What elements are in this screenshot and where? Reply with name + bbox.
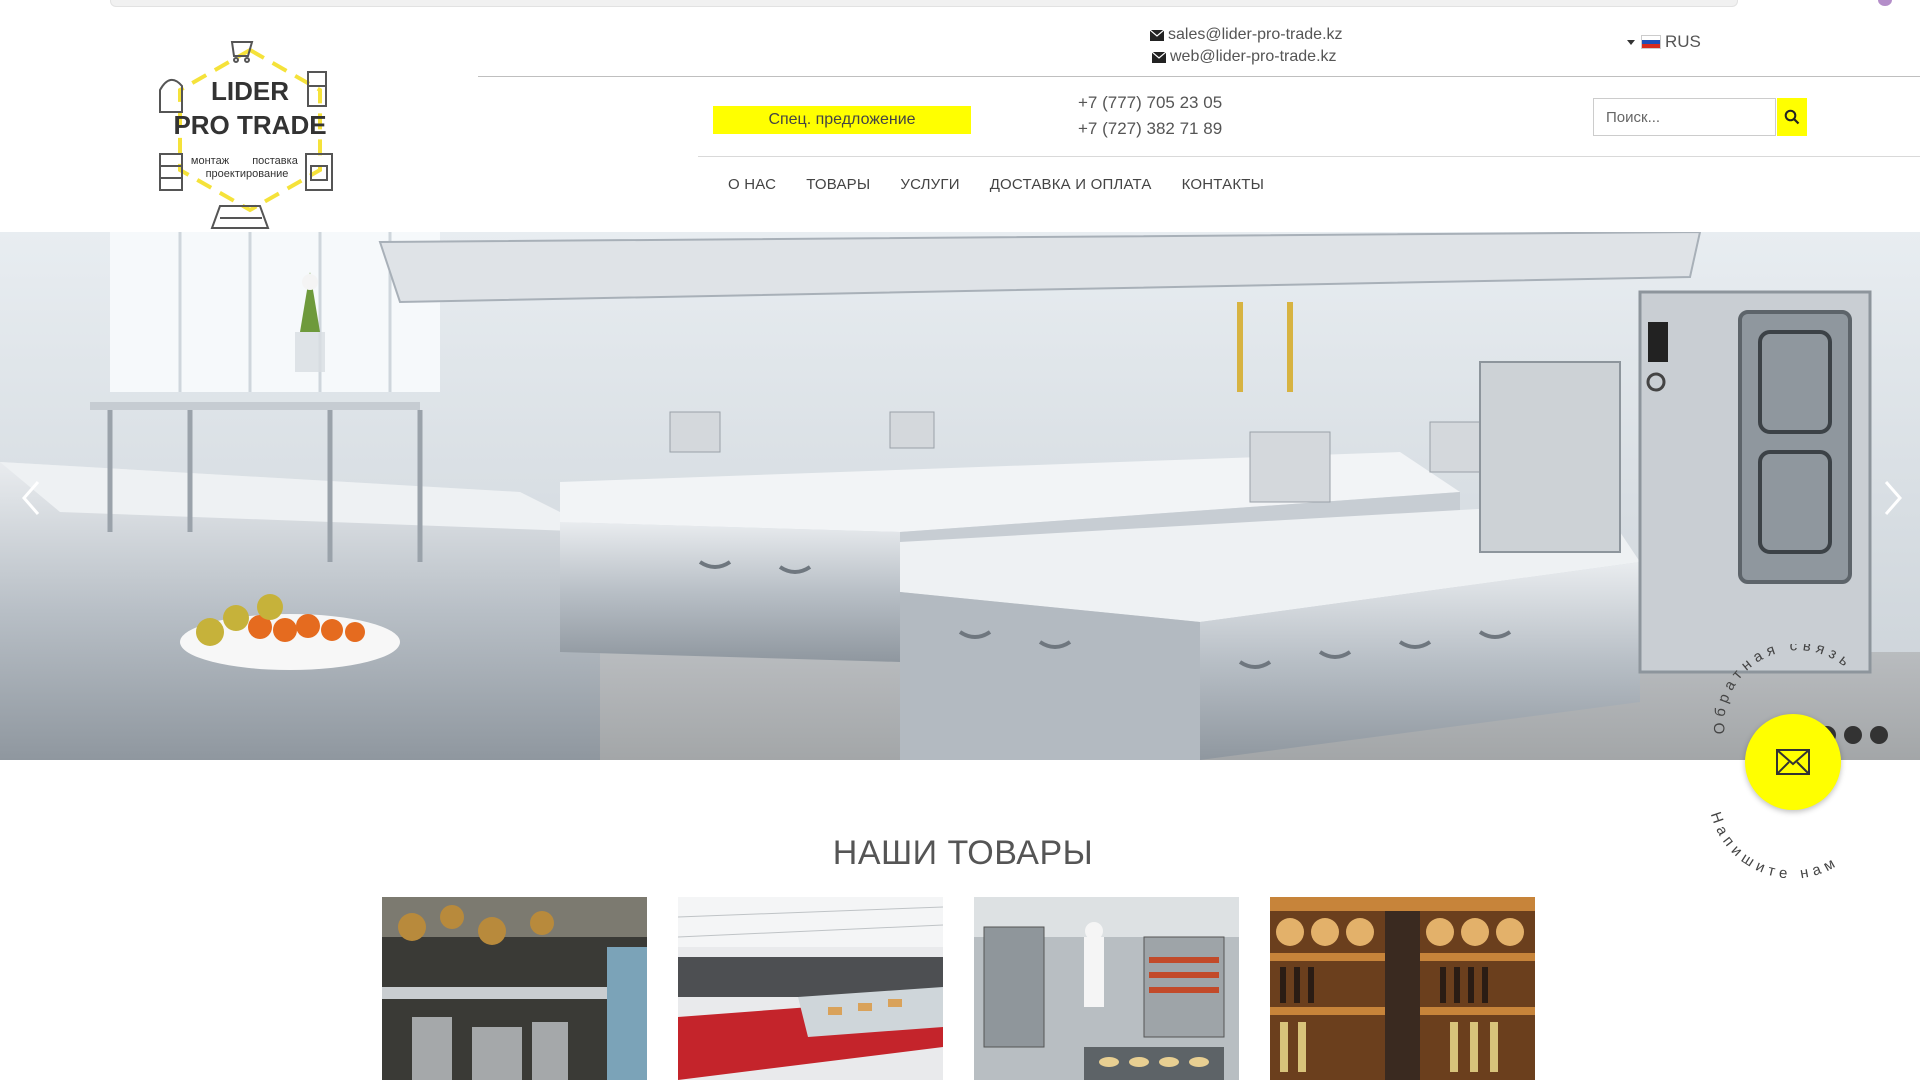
browser-strip	[0, 0, 1920, 10]
contact-emails: sales@lider-pro-trade.kz web@lider-pro-t…	[1150, 24, 1343, 68]
flag-ru-icon	[1641, 35, 1661, 49]
logo-tag-1: монтаж	[191, 155, 230, 167]
product-image-display-counter	[678, 897, 943, 1080]
logo-text-line1: LIDER	[211, 76, 289, 106]
product-image-wine-shop	[1270, 897, 1535, 1080]
main-nav: О НАС ТОВАРЫ УСЛУГИ ДОСТАВКА И ОПЛАТА КО…	[728, 176, 1294, 193]
products-section-title: НАШИ ТОВАРЫ	[832, 834, 1094, 872]
product-image-kitchen	[382, 897, 647, 1080]
product-card-2[interactable]	[678, 897, 943, 1080]
logo-text-line2: PRO TRADE	[173, 110, 326, 140]
email-sales-link[interactable]: sales@lider-pro-trade.kz	[1168, 24, 1343, 46]
logo-tag-2: поставка	[252, 155, 299, 167]
header-divider-top	[478, 76, 1920, 77]
nav-item-products[interactable]: ТОВАРЫ	[806, 176, 870, 193]
contact-phones: +7 (777) 705 23 05 +7 (727) 382 71 89	[1078, 90, 1222, 142]
header-divider-bottom	[698, 156, 1920, 157]
phone-1-link[interactable]: +7 (777) 705 23 05	[1078, 90, 1222, 116]
language-selector[interactable]: RUS	[1627, 32, 1701, 52]
phone-2-link[interactable]: +7 (727) 382 71 89	[1078, 116, 1222, 142]
caret-down-icon	[1627, 39, 1635, 45]
logo-tag-3: проектирование	[206, 168, 289, 180]
feedback-button[interactable]	[1745, 714, 1841, 810]
product-card-4[interactable]	[1270, 897, 1535, 1080]
envelope-icon	[1152, 51, 1166, 63]
special-offer-button[interactable]: Спец. предложение	[713, 106, 971, 134]
product-card-1[interactable]	[382, 897, 647, 1080]
nav-item-contacts[interactable]: КОНТАКТЫ	[1182, 176, 1265, 193]
profile-dot	[1878, 0, 1892, 6]
hero-slider[interactable]	[0, 232, 1920, 760]
product-image-bakery	[974, 897, 1239, 1080]
chevron-right-icon[interactable]	[1882, 478, 1904, 518]
site-logo[interactable]: LIDER PRO TRADE монтаж поставка проектир…	[150, 30, 350, 245]
envelope-icon	[1776, 749, 1810, 775]
nav-item-services[interactable]: УСЛУГИ	[900, 176, 959, 193]
hero-kitchen-image	[0, 232, 1920, 760]
email-web-link[interactable]: web@lider-pro-trade.kz	[1170, 46, 1337, 68]
product-card-3[interactable]	[974, 897, 1239, 1080]
nav-item-about[interactable]: О НАС	[728, 176, 776, 193]
search-input[interactable]	[1593, 98, 1776, 136]
language-label: RUS	[1665, 32, 1701, 51]
browser-address-bar	[110, 0, 1738, 7]
nav-item-delivery[interactable]: ДОСТАВКА И ОПЛАТА	[990, 176, 1152, 193]
envelope-icon	[1150, 29, 1164, 41]
search-button[interactable]	[1777, 98, 1807, 136]
search-icon	[1784, 109, 1800, 125]
chevron-left-icon[interactable]	[20, 478, 42, 518]
